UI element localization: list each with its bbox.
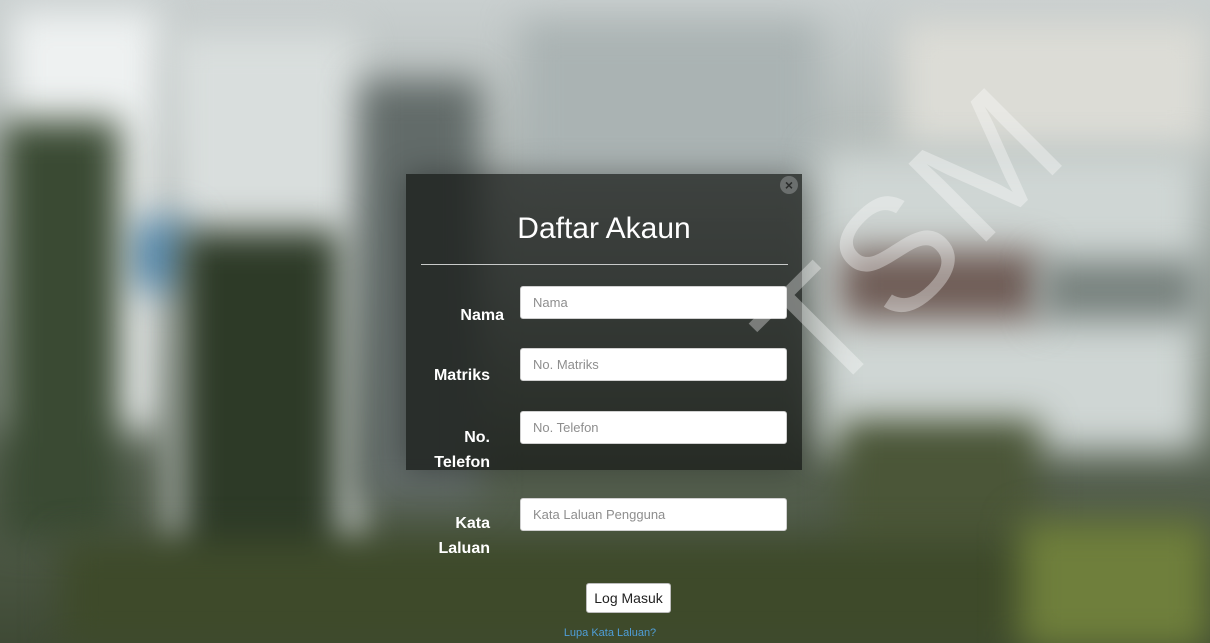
phone-label-line2: Telefon bbox=[434, 454, 490, 471]
login-button[interactable]: Log Masuk bbox=[586, 583, 671, 613]
password-label-line1: Kata bbox=[455, 515, 490, 532]
close-icon[interactable]: × bbox=[780, 176, 798, 194]
phone-input[interactable] bbox=[520, 411, 787, 444]
name-label: Nama bbox=[460, 307, 504, 324]
forgot-password-link[interactable]: Lupa Kata Laluan? bbox=[540, 627, 680, 639]
title-divider bbox=[421, 264, 788, 265]
name-input[interactable] bbox=[520, 286, 787, 319]
phone-label: No. Telefon bbox=[416, 425, 490, 475]
phone-label-line1: No. bbox=[464, 429, 490, 446]
matric-input[interactable] bbox=[520, 348, 787, 381]
password-input[interactable] bbox=[520, 498, 787, 531]
page: × Daftar Akaun Nama Matriks No. Telefon … bbox=[0, 0, 1210, 643]
password-label-line2: Laluan bbox=[438, 540, 490, 557]
password-label: Kata Laluan bbox=[416, 511, 490, 561]
matric-label: Matriks bbox=[433, 367, 490, 384]
form-title: Daftar Akaun bbox=[517, 212, 691, 245]
